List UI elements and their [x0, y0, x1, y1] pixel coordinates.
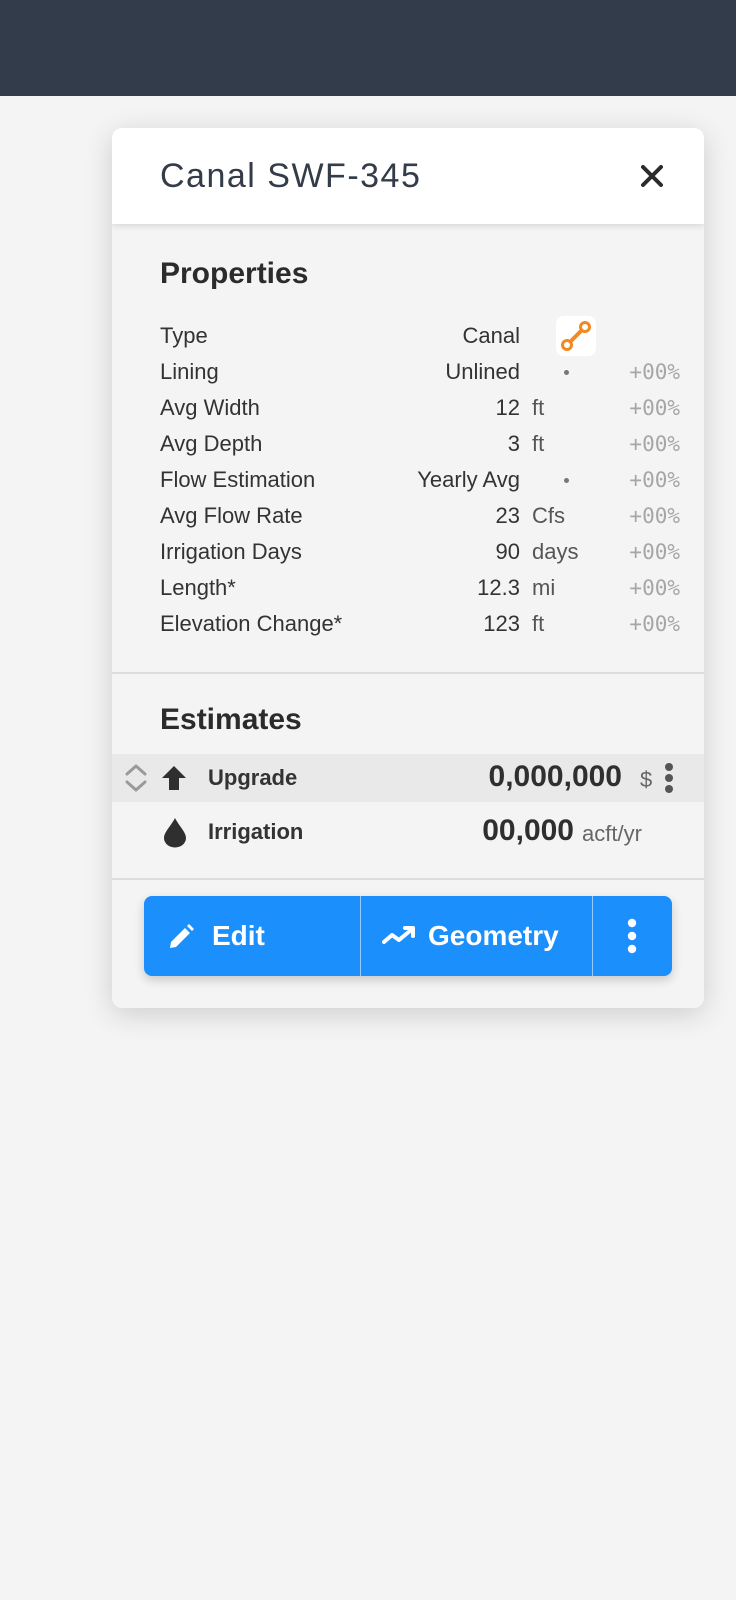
property-row-elevation-change: Elevation Change* 123 ft +00% [160, 606, 680, 642]
property-label: Type [160, 323, 208, 348]
property-row-irrigation-days[interactable]: Irrigation Days 90 days +00% [160, 534, 680, 570]
estimate-label: Irrigation [208, 819, 304, 844]
property-unit: mi [532, 575, 556, 600]
dropdown-dot-icon[interactable] [564, 478, 569, 483]
pencil-icon [166, 922, 196, 952]
edit-button-label: Edit [212, 920, 265, 951]
property-change-pct: +00% [629, 432, 680, 456]
property-unit: days [532, 539, 579, 564]
canal-line-icon [556, 316, 596, 356]
property-value[interactable]: 90 [496, 534, 520, 570]
property-row-avg-depth[interactable]: Avg Depth 3 ft +00% [160, 426, 680, 462]
property-change-pct: +00% [629, 540, 680, 564]
arrow-up-icon [160, 764, 188, 792]
property-change-pct: +00% [629, 576, 680, 600]
estimate-unit: acft/yr [582, 821, 642, 846]
action-bar: Edit Geometry [144, 896, 672, 976]
property-unit: ft [532, 431, 545, 456]
property-change-pct: +00% [629, 396, 680, 420]
property-label: Avg Depth [160, 431, 263, 456]
property-change-pct: +00% [629, 468, 680, 492]
section-divider [112, 672, 704, 674]
geometry-button-label: Geometry [428, 920, 559, 951]
water-drop-icon [162, 816, 188, 848]
properties-heading: Properties [160, 257, 309, 290]
property-row-type: Type Canal [160, 316, 680, 356]
property-value: 123 [483, 611, 520, 636]
estimates-heading: Estimates [160, 703, 302, 736]
property-unit: ft [532, 611, 545, 636]
estimate-unit: $ [640, 767, 653, 792]
close-icon [641, 165, 663, 187]
property-label: Flow Estimation [160, 467, 316, 492]
property-label: Elevation Change* [160, 611, 343, 636]
sort-chevrons-icon[interactable] [122, 762, 150, 794]
more-options-icon[interactable] [662, 762, 676, 794]
feature-panel: Canal SWF-345 Properties Type Canal Lini… [112, 128, 704, 1008]
property-unit: ft [532, 395, 545, 420]
property-unit: Cfs [532, 503, 565, 528]
property-row-avg-width[interactable]: Avg Width 12 ft +00% [160, 390, 680, 426]
property-label: Avg Flow Rate [160, 503, 303, 528]
estimate-label: Upgrade [208, 765, 298, 790]
property-row-avg-flow-rate[interactable]: Avg Flow Rate 23 Cfs +00% [160, 498, 680, 534]
property-value[interactable]: Unlined [445, 354, 520, 390]
property-row-length: Length* 12.3 mi +00% [160, 570, 680, 606]
property-label: Lining [160, 359, 219, 384]
panel-header: Canal SWF-345 [112, 128, 704, 224]
property-change-pct: +00% [629, 612, 680, 636]
property-value: Canal [462, 323, 520, 348]
estimate-value: 00,000 [482, 814, 574, 847]
panel-title: Canal SWF-345 [160, 157, 422, 195]
property-value[interactable]: 23 [496, 498, 520, 534]
property-label: Avg Width [160, 395, 260, 420]
property-change-pct: +00% [629, 360, 680, 384]
property-change-pct: +00% [629, 504, 680, 528]
section-divider [112, 878, 704, 880]
estimate-row-irrigation[interactable]: Irrigation 00,000 acft/yr [112, 808, 704, 856]
top-bar [0, 0, 736, 96]
property-label: Length* [160, 575, 236, 600]
close-button[interactable] [632, 156, 672, 196]
geometry-button[interactable]: Geometry [361, 896, 591, 976]
estimate-value: 0,000,000 [488, 760, 622, 793]
edit-button[interactable]: Edit [144, 896, 360, 976]
property-row-lining[interactable]: Lining Unlined +00% [160, 354, 680, 390]
more-actions-button[interactable] [593, 896, 672, 976]
more-vertical-icon [625, 918, 639, 954]
dropdown-dot-icon[interactable] [564, 370, 569, 375]
trending-line-icon [381, 922, 417, 950]
property-value[interactable]: 3 [508, 426, 520, 462]
property-label: Irrigation Days [160, 539, 302, 564]
property-value[interactable]: 12 [496, 390, 520, 426]
property-row-flow-estimation[interactable]: Flow Estimation Yearly Avg +00% [160, 462, 680, 498]
estimate-row-upgrade[interactable]: Upgrade 0,000,000 $ [112, 754, 704, 802]
property-value: 12.3 [477, 575, 520, 600]
property-value[interactable]: Yearly Avg [417, 462, 520, 498]
